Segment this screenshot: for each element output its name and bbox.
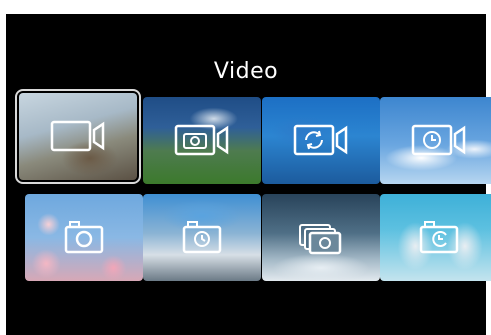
video-camera-icon — [50, 120, 105, 152]
mode-tile-photo-single[interactable] — [25, 194, 143, 281]
camera-icon — [64, 221, 104, 254]
mode-selection-screen: Video — [6, 14, 491, 335]
mode-tile-photo-timer[interactable] — [143, 194, 261, 281]
mode-tile-photo-timelapse[interactable] — [380, 194, 491, 281]
mode-tile-loop-video[interactable] — [262, 97, 380, 184]
mode-tile-timelapse-video[interactable] — [380, 97, 491, 184]
mode-tile-video-photo[interactable] — [143, 97, 261, 184]
video-camera-loop-icon — [293, 124, 348, 156]
mode-tile-burst[interactable] — [262, 194, 380, 281]
camera-timelapse-icon — [419, 221, 459, 254]
camera-burst-icon — [299, 224, 342, 255]
video-camera-photo-icon — [174, 124, 229, 156]
camera-timer-icon — [182, 221, 222, 254]
mode-tile-video[interactable] — [15, 89, 141, 184]
page-title: Video — [213, 59, 279, 84]
video-camera-timelapse-icon — [411, 124, 466, 156]
